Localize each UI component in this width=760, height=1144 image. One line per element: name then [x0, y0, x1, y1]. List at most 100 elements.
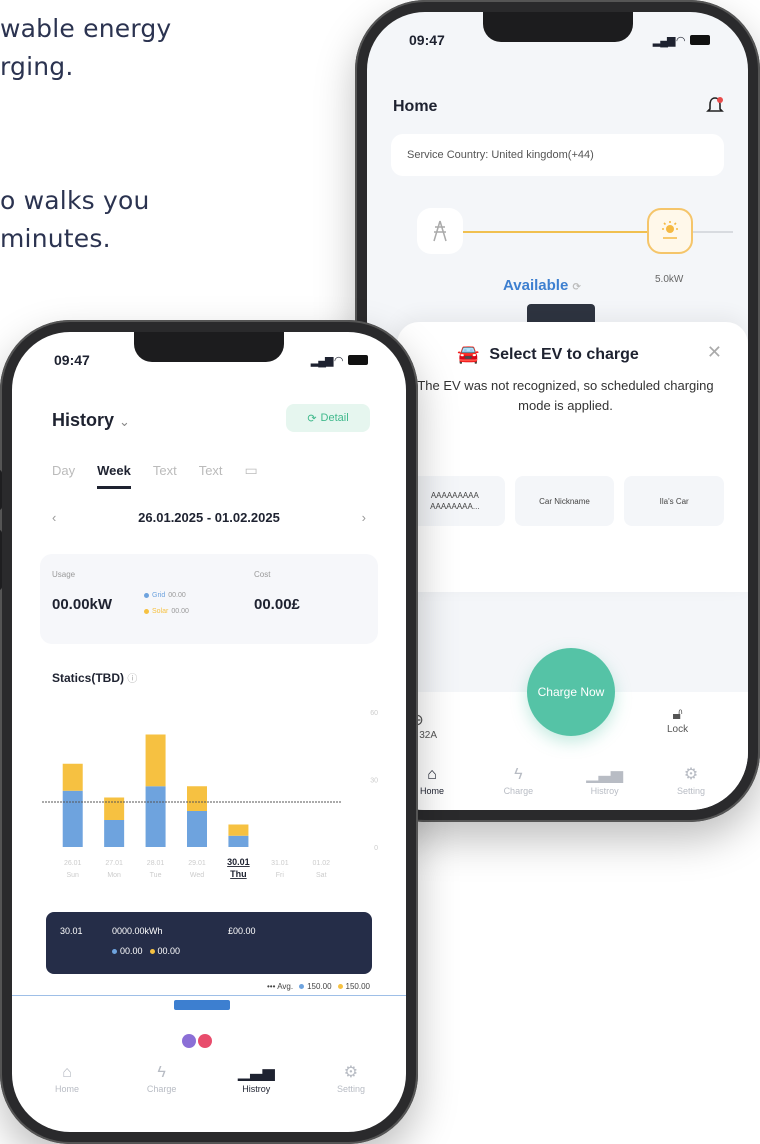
chart-tooltip-card: 30.01 0000.00kWh £00.00 00.00 00.00	[46, 912, 372, 974]
status-time: 09:47	[409, 32, 445, 48]
date-range: 26.01.2025 - 01.02.2025	[138, 510, 280, 525]
grid-dot	[144, 593, 149, 598]
energy-flow-line	[463, 231, 647, 233]
background-headline: wable energy rging.	[0, 14, 172, 81]
bar-grid	[187, 811, 207, 847]
x-tick-day: Wed	[190, 872, 204, 879]
ev-card[interactable]: Car Nickname	[514, 476, 615, 526]
side-button	[0, 530, 2, 590]
x-tick-date: 27.01	[105, 860, 123, 867]
cost-value: 00.00£	[254, 596, 300, 613]
page-title: Home	[393, 98, 438, 115]
date-navigator: ‹ 26.01.2025 - 01.02.2025 ›	[52, 510, 366, 525]
gear-icon: ⚙	[343, 1064, 359, 1081]
status-bar: 09:47 ▂▄▆ ◠	[12, 348, 406, 372]
status-icons: ▂▄▆ ◠	[653, 34, 710, 47]
energy-flow-line-idle	[693, 231, 733, 233]
bolt-icon: ϟ	[157, 1064, 166, 1081]
ev-sheet-message: The EV was not recognized, so scheduled …	[417, 378, 714, 413]
x-tick-date: 29.01	[188, 860, 206, 867]
usage-summary-card: Usage 00.00kW Grid 00.00 Solar 00.00 Cos…	[40, 554, 378, 644]
page-title[interactable]: History ⌄	[52, 410, 130, 431]
status-icons: ▂▄▆ ◠	[311, 354, 368, 367]
tab-setting[interactable]: ⚙ Setting	[656, 764, 726, 796]
status-time: 09:47	[54, 352, 90, 368]
history-screen: 09:47 ▂▄▆ ◠ History ⌄ ⟳ Detail Day Week T…	[12, 332, 406, 1132]
avatar-stickers	[182, 1034, 212, 1050]
x-tick-day: Sat	[316, 872, 327, 879]
tab-text[interactable]: Text	[199, 463, 223, 478]
notification-bell-icon[interactable]	[706, 96, 724, 116]
avg-grid: 150.00	[299, 982, 332, 991]
tab-charge[interactable]: ϟ Charge	[483, 764, 553, 796]
solar-legend: Solar 00.00	[144, 608, 189, 615]
tab-setting[interactable]: ⚙ Setting	[316, 1062, 386, 1094]
tab-day[interactable]: Day	[52, 463, 75, 478]
tab-history[interactable]: ▁▃▅ Histroy	[221, 1062, 291, 1094]
divider	[12, 995, 406, 996]
grid-dot	[112, 948, 117, 954]
chevron-down-icon: ⌄	[119, 414, 130, 429]
calendar-icon[interactable]: ▭	[245, 462, 258, 479]
solar-power-value: 5.0kW	[655, 274, 684, 285]
charge-now-button[interactable]: Charge Now	[527, 648, 615, 736]
gear-icon: ⚙	[683, 766, 699, 783]
ev-sheet-title: 🚘 Select EV to charge	[457, 344, 639, 364]
lock-control[interactable]: 🔓︎ Lock	[667, 706, 688, 735]
home-icon: ⌂	[62, 1064, 72, 1081]
statics-heading: Statics(TBD) ⓘ	[52, 671, 138, 685]
tab-history[interactable]: ▁▃▅ Histroy	[570, 764, 640, 796]
bar-solar	[62, 763, 83, 791]
grid-tower-icon	[417, 208, 463, 254]
x-tick-date: 26.01	[64, 860, 82, 867]
y-tick-label: 30	[370, 778, 378, 785]
average-legend: ••• Avg. 150.00 150.00	[267, 982, 370, 991]
background-subtext: o walks you minutes.	[0, 186, 150, 253]
chevron-left-icon[interactable]: ‹	[52, 510, 56, 525]
car-icon: 🚘	[457, 344, 480, 364]
info-icon[interactable]: ⓘ	[127, 674, 137, 685]
grid-legend: Grid 00.00	[144, 592, 186, 599]
usage-bar-chart: 60 30 0 26.01 Sun 27.01 Mon 28.01 Tue 29.01 Wed 30.…	[42, 710, 378, 879]
bar-solar	[145, 734, 166, 787]
tab-text[interactable]: Text	[153, 463, 177, 478]
chevron-right-icon[interactable]: ›	[362, 510, 366, 525]
avg-label: ••• Avg.	[267, 982, 294, 991]
bar-grid	[145, 786, 166, 847]
bottom-tab-bar: ⌂ Home ϟ Charge ▁▃▅ Histroy ⚙ Setting	[397, 764, 726, 796]
select-ev-sheet: 🚘 Select EV to charge ✕ The EV was not r…	[397, 322, 748, 592]
charger-status: Available ⟳	[503, 277, 581, 294]
bar-grid	[228, 835, 249, 847]
x-tick-day: Mon	[107, 872, 121, 879]
tooltip-energy: 0000.00kWh	[112, 926, 163, 936]
battery-icon	[690, 35, 710, 45]
tab-charge[interactable]: ϟ Charge	[127, 1062, 197, 1094]
x-tick-date: 30.01	[227, 857, 250, 867]
tab-home[interactable]: ⌂ Home	[32, 1062, 102, 1094]
bar-grid	[104, 820, 125, 847]
cost-label: Cost	[254, 570, 271, 579]
bar-grid	[62, 790, 83, 847]
bottom-tab-bar: ⌂ Home ϟ Charge ▁▃▅ Histroy ⚙ Setting	[32, 1062, 386, 1094]
solar-dot	[149, 948, 155, 954]
close-icon[interactable]: ✕	[707, 342, 722, 363]
solar-icon	[647, 208, 693, 254]
x-tick-date: 01.02	[313, 860, 331, 867]
tooltip-date: 30.01	[60, 926, 83, 936]
ev-card[interactable]: Ila's Car	[624, 476, 725, 526]
ev-card[interactable]: AAAAAAAAA AAAAAAAA...	[405, 476, 505, 526]
period-tabs: Day Week Text Text ▭	[52, 462, 258, 489]
tab-week[interactable]: Week	[97, 463, 131, 489]
x-tick-day: Thu	[230, 869, 247, 879]
solar-dot	[144, 609, 149, 614]
service-country[interactable]: Service Country: United kingdom(+44)	[391, 134, 724, 176]
x-tick-date: 31.01	[271, 860, 289, 867]
refresh-icon: ⟳	[572, 282, 581, 293]
ev-card-list: AAAAAAAAA AAAAAAAA... Car Nickname Ila's…	[405, 476, 725, 526]
bar-solar	[187, 786, 207, 811]
status-bar: 09:47 ▂▄▆ ◠	[367, 28, 748, 52]
bar-chart-icon: ▁▃▅	[237, 1064, 275, 1081]
side-button	[0, 470, 2, 510]
detail-button[interactable]: ⟳ Detail	[286, 404, 370, 432]
avg-solar: 150.00	[337, 982, 370, 991]
